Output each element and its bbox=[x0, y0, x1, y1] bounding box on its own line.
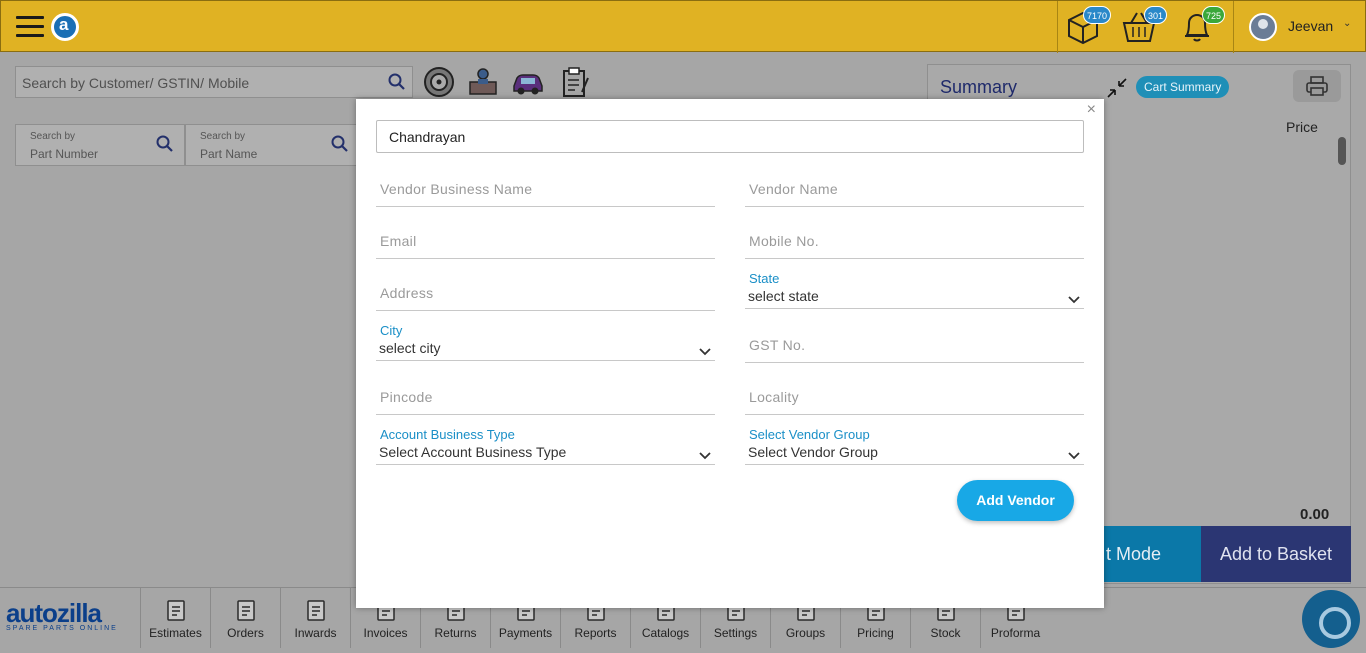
gst-field[interactable] bbox=[745, 331, 1084, 363]
nav-item-estimates[interactable]: Estimates bbox=[140, 588, 210, 648]
nav-item-label: Reports bbox=[574, 626, 617, 640]
nav-item-label: Payments bbox=[498, 626, 553, 640]
cart-summary-button[interactable]: Cart Summary bbox=[1136, 76, 1230, 98]
add-vendor-modal: × State select state City select city Ac… bbox=[356, 99, 1104, 608]
search-icon[interactable] bbox=[156, 135, 174, 157]
search-icon[interactable] bbox=[388, 73, 406, 95]
part-name-search[interactable]: Search by Part Name bbox=[185, 124, 360, 166]
nav-item-label: Catalogs bbox=[641, 626, 690, 640]
account-business-type-label: Account Business Type bbox=[380, 427, 515, 442]
orders-icon bbox=[234, 598, 258, 622]
account-business-type-value: Select Account Business Type bbox=[379, 444, 567, 460]
top-bar: 7170 301 725 Jeevan ⌄ bbox=[0, 0, 1366, 53]
account-business-type-select[interactable]: Account Business Type Select Account Bus… bbox=[376, 427, 715, 465]
vendor-name-field[interactable] bbox=[745, 175, 1084, 207]
chevron-down-icon bbox=[699, 445, 711, 464]
nav-item-label: Stock bbox=[930, 626, 961, 640]
part-number-label: Search by bbox=[30, 131, 76, 142]
nav-item-label: Settings bbox=[713, 626, 758, 640]
nav-item-label: Groups bbox=[785, 626, 826, 640]
tyre-icon[interactable] bbox=[423, 66, 455, 98]
address-input[interactable] bbox=[376, 279, 715, 303]
city-label: City bbox=[380, 323, 403, 338]
nav-item-inwards[interactable]: Inwards bbox=[280, 588, 350, 648]
customer-search-input[interactable]: Search by Customer/ GSTIN/ Mobile bbox=[15, 66, 413, 98]
locality-input[interactable] bbox=[745, 383, 1084, 407]
city-value: select city bbox=[379, 340, 441, 356]
gst-input[interactable] bbox=[745, 331, 1084, 355]
car-icon[interactable] bbox=[511, 66, 543, 98]
mobile-input[interactable] bbox=[745, 227, 1084, 251]
chevron-down-icon[interactable]: ⌄ bbox=[1343, 18, 1351, 29]
summary-title: Summary bbox=[940, 77, 1018, 97]
vendor-search-input[interactable] bbox=[376, 120, 1084, 153]
header-divider bbox=[1057, 1, 1058, 53]
nav-item-label: Pricing bbox=[857, 626, 894, 640]
mobile-field[interactable] bbox=[745, 227, 1084, 259]
nav-item-label: Orders bbox=[227, 626, 264, 640]
close-icon[interactable]: × bbox=[1087, 101, 1096, 119]
pincode-field[interactable] bbox=[376, 383, 715, 415]
printer-icon bbox=[1306, 76, 1328, 96]
customer-search-placeholder: Search by Customer/ GSTIN/ Mobile bbox=[22, 75, 250, 91]
notification-count-badge: 725 bbox=[1201, 6, 1225, 24]
part-name-placeholder: Part Name bbox=[200, 147, 258, 161]
email-field[interactable] bbox=[376, 227, 715, 259]
user-name[interactable]: Jeevan bbox=[1288, 18, 1333, 34]
hamburger-menu-icon[interactable] bbox=[16, 16, 44, 38]
email-input[interactable] bbox=[376, 227, 715, 251]
nav-item-label: Returns bbox=[434, 626, 477, 640]
basket-icon[interactable]: 301 bbox=[1121, 6, 1167, 49]
chevron-down-icon bbox=[1068, 289, 1080, 308]
state-label: State bbox=[749, 271, 780, 286]
user-avatar[interactable] bbox=[1249, 13, 1277, 41]
app-logo-icon[interactable] bbox=[51, 13, 79, 41]
price-column-header: Price bbox=[1286, 119, 1318, 135]
nav-item-orders[interactable]: Orders bbox=[210, 588, 280, 648]
mode-button[interactable]: t Mode bbox=[1100, 526, 1201, 582]
address-field[interactable] bbox=[376, 279, 715, 311]
part-number-search[interactable]: Search by Part Number bbox=[15, 124, 185, 166]
vendor-group-value: Select Vendor Group bbox=[748, 444, 878, 460]
nav-item-label: Invoices bbox=[363, 626, 408, 640]
nav-item-label: Inwards bbox=[294, 626, 337, 640]
estimate-icon bbox=[164, 598, 188, 622]
state-select[interactable]: State select state bbox=[745, 271, 1084, 309]
collapse-icon[interactable] bbox=[1106, 77, 1128, 103]
parcel-count-badge: 7170 bbox=[1082, 6, 1111, 24]
basket-count-badge: 301 bbox=[1143, 6, 1167, 24]
autozilla-logo[interactable]: autozilla SPARE PARTS ONLINE bbox=[6, 598, 136, 642]
nav-item-label: Estimates bbox=[149, 626, 202, 640]
search-icon[interactable] bbox=[331, 135, 349, 157]
vendor-name-input[interactable] bbox=[745, 175, 1084, 199]
inwards-icon bbox=[304, 598, 328, 622]
bell-icon[interactable]: 725 bbox=[1179, 6, 1225, 49]
parcel-box-icon[interactable]: 7170 bbox=[1065, 6, 1111, 49]
mechanic-icon[interactable] bbox=[467, 66, 499, 98]
vendor-business-name-input[interactable] bbox=[376, 175, 715, 199]
pincode-input[interactable] bbox=[376, 383, 715, 407]
vendor-group-select[interactable]: Select Vendor Group Select Vendor Group bbox=[745, 427, 1084, 465]
print-button[interactable] bbox=[1293, 70, 1341, 102]
assistant-fab-icon[interactable] bbox=[1302, 590, 1360, 648]
city-select[interactable]: City select city bbox=[376, 323, 715, 361]
state-value: select state bbox=[748, 288, 819, 304]
chevron-down-icon bbox=[699, 341, 711, 360]
part-number-placeholder: Part Number bbox=[30, 147, 99, 161]
add-to-basket-button[interactable]: Add to Basket bbox=[1201, 526, 1351, 582]
chevron-down-icon bbox=[1068, 445, 1080, 464]
nav-item-label: Proforma bbox=[990, 626, 1041, 640]
vendor-business-name-field[interactable] bbox=[376, 175, 715, 207]
vendor-group-label: Select Vendor Group bbox=[749, 427, 870, 442]
add-vendor-button[interactable]: Add Vendor bbox=[957, 480, 1074, 521]
part-name-label: Search by bbox=[200, 131, 246, 142]
total-amount: 0.00 bbox=[1300, 506, 1330, 523]
locality-field[interactable] bbox=[745, 383, 1084, 415]
clipboard-icon[interactable] bbox=[559, 66, 591, 98]
header-divider bbox=[1233, 1, 1234, 53]
brand-tagline: SPARE PARTS ONLINE bbox=[6, 625, 118, 632]
scrollbar-thumb[interactable] bbox=[1338, 137, 1346, 165]
